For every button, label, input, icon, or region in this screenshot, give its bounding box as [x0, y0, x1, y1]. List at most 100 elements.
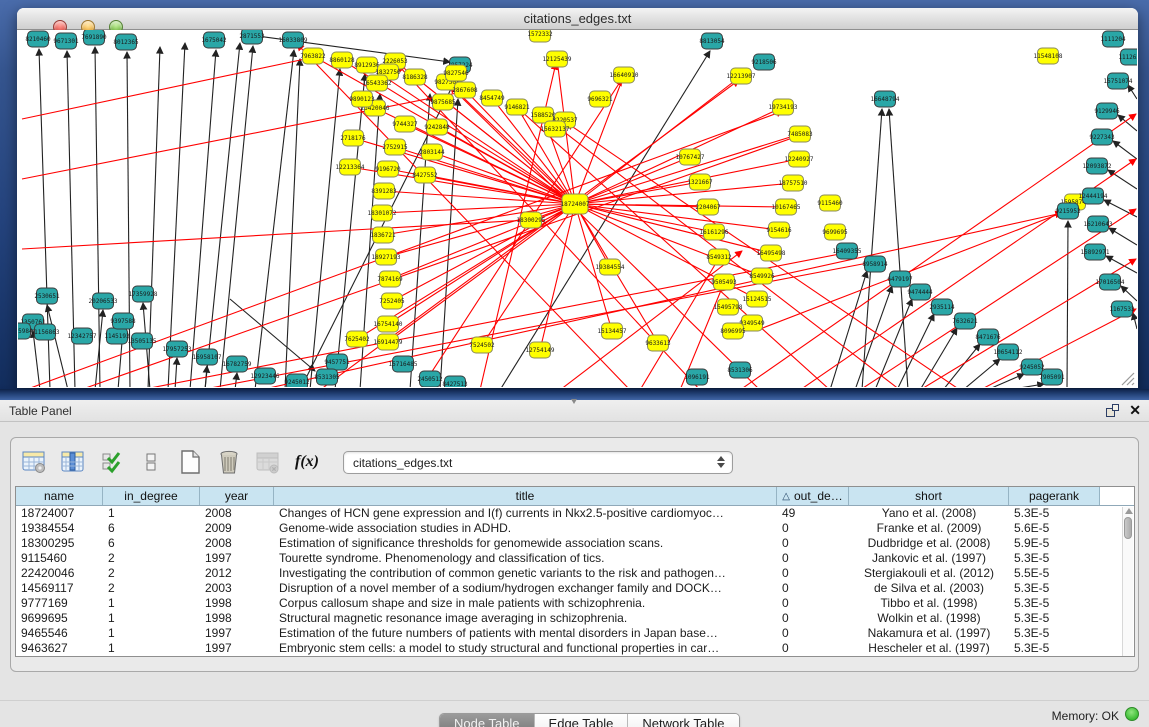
graph-node[interactable]: 15495798: [714, 299, 743, 315]
table-row[interactable]: 1456911722003Disruption of a novel membe…: [16, 581, 1134, 596]
graph-node[interactable]: 17016504: [1096, 274, 1125, 290]
cell-in_degree[interactable]: 6: [103, 536, 200, 551]
graph-node[interactable]: 8427513: [442, 376, 468, 387]
graph-node[interactable]: 16409355: [833, 243, 862, 259]
graph-node[interactable]: 8391283: [371, 183, 397, 199]
cell-year[interactable]: 2008: [200, 536, 274, 551]
scroll-up-icon[interactable]: [1125, 508, 1133, 514]
graph-node[interactable]: 9699695: [822, 224, 848, 240]
cell-year[interactable]: 1997: [200, 641, 274, 656]
graph-node[interactable]: 12213907: [727, 68, 756, 84]
resize-grip-icon[interactable]: [1122, 373, 1134, 385]
graph-node[interactable]: 18927193: [372, 249, 401, 265]
cell-title[interactable]: Tourette syndrome. Phenomenology and cla…: [274, 551, 777, 566]
graph-node[interactable]: 1145193: [104, 328, 130, 344]
graph-node[interactable]: 12093872: [1083, 158, 1112, 174]
graph-node[interactable]: 9215953: [1055, 203, 1081, 219]
cell-short[interactable]: Nakamura et al. (1997): [849, 626, 1009, 641]
graph-node[interactable]: 9827546: [443, 65, 469, 81]
cell-in_degree[interactable]: 1: [103, 596, 200, 611]
graph-node[interactable]: 9696321: [587, 91, 613, 107]
graph-node[interactable]: 9245012: [284, 374, 310, 387]
graph-node[interactable]: 1321667: [687, 174, 713, 190]
graph-node[interactable]: 7252405: [379, 293, 405, 309]
table-row[interactable]: 1938455462009Genome-wide association stu…: [16, 521, 1134, 536]
table-row[interactable]: 1830029562008Estimation of significance …: [16, 536, 1134, 551]
graph-node[interactable]: 11548108: [1034, 48, 1063, 64]
graph-node[interactable]: 16161296: [700, 224, 729, 240]
graph-node[interactable]: 15124515: [743, 291, 772, 307]
table-row[interactable]: 2242004622012Investigating the contribut…: [16, 566, 1134, 581]
cell-short[interactable]: Tibbo et al. (1998): [849, 596, 1009, 611]
graph-node[interactable]: 15892971: [1081, 244, 1110, 260]
graph-node[interactable]: 8427552: [412, 167, 438, 183]
graph-node[interactable]: 12213364: [336, 159, 365, 175]
cell-year[interactable]: 2012: [200, 566, 274, 581]
cell-pagerank[interactable]: 5.3E-5: [1009, 581, 1100, 596]
cell-title[interactable]: Disruption of a novel member of a sodium…: [274, 581, 777, 596]
table-selector-dropdown[interactable]: citations_edges.txt: [343, 451, 733, 474]
column-header-pagerank[interactable]: pagerank: [1009, 487, 1100, 505]
cell-name[interactable]: 19384554: [16, 521, 103, 536]
graph-node[interactable]: 9744327: [392, 116, 418, 132]
cell-in_degree[interactable]: 2: [103, 551, 200, 566]
cell-year[interactable]: 1997: [200, 626, 274, 641]
graph-node[interactable]: 9227343: [1089, 129, 1115, 145]
graph-node[interactable]: 6479197: [887, 271, 913, 287]
cell-title[interactable]: Estimation of the future numbers of pati…: [274, 626, 777, 641]
graph-node[interactable]: 1675042: [201, 32, 227, 48]
cell-pagerank[interactable]: 5.3E-5: [1009, 626, 1100, 641]
graph-node[interactable]: 16648794: [871, 91, 900, 107]
graph-node[interactable]: 2803144: [419, 144, 445, 160]
cell-year[interactable]: 2008: [200, 506, 274, 521]
graph-node[interactable]: 9457751: [324, 354, 350, 370]
row-height-button[interactable]: [136, 447, 166, 477]
graph-node[interactable]: 9218506: [751, 54, 777, 70]
row-select-check-button[interactable]: [97, 447, 127, 477]
graph-node[interactable]: 12444194: [1079, 188, 1108, 204]
cell-out_degree[interactable]: 0: [777, 641, 849, 656]
cell-title[interactable]: Changes of HCN gene expression and I(f) …: [274, 506, 777, 521]
graph-node[interactable]: 12125439: [543, 51, 572, 67]
table-row[interactable]: 1872400712008Changes of HCN gene express…: [16, 506, 1134, 521]
cell-year[interactable]: 2003: [200, 581, 274, 596]
graph-node[interactable]: 7874169: [377, 271, 403, 287]
graph-node[interactable]: 8549926: [749, 268, 775, 284]
vertical-scrollbar[interactable]: [1122, 507, 1133, 656]
cell-year[interactable]: 1997: [200, 551, 274, 566]
cell-out_degree[interactable]: 0: [777, 536, 849, 551]
column-header-year[interactable]: year: [200, 487, 274, 505]
graph-node[interactable]: 7963822: [300, 48, 326, 64]
graph-node[interactable]: 7485083: [787, 126, 813, 142]
graph-node[interactable]: 16754140: [374, 316, 403, 332]
graph-node[interactable]: 8210460: [25, 31, 51, 47]
cell-in_degree[interactable]: 1: [103, 641, 200, 656]
network-window-titlebar[interactable]: citations_edges.txt: [17, 8, 1138, 30]
cell-short[interactable]: Franke et al. (2009): [849, 521, 1009, 536]
cell-year[interactable]: 1998: [200, 611, 274, 626]
graph-node[interactable]: 1167533: [1109, 301, 1135, 317]
cell-pagerank[interactable]: 5.3E-5: [1009, 551, 1100, 566]
graph-node[interactable]: 1112631: [1118, 49, 1137, 65]
graph-node[interactable]: 2935114: [929, 299, 955, 315]
cell-name[interactable]: 14569117: [16, 581, 103, 596]
graph-node[interactable]: 18757510: [779, 175, 808, 191]
cell-short[interactable]: de Silva et al. (2003): [849, 581, 1009, 596]
cell-in_degree[interactable]: 2: [103, 566, 200, 581]
graph-node[interactable]: 2530651: [34, 288, 60, 304]
scrollbar-thumb[interactable]: [1124, 517, 1132, 539]
graph-node[interactable]: 16640910: [610, 67, 639, 83]
graph-node[interactable]: 12754149: [526, 342, 555, 358]
table-row[interactable]: 911546021997Tourette syndrome. Phenomeno…: [16, 551, 1134, 566]
graph-node[interactable]: 9875685: [430, 94, 456, 110]
graph-node[interactable]: 12342757: [68, 328, 97, 344]
cell-in_degree[interactable]: 6: [103, 521, 200, 536]
cell-title[interactable]: Embryonic stem cells: a model to study s…: [274, 641, 777, 656]
graph-node[interactable]: 16543362: [363, 75, 392, 91]
citation-network-canvas[interactable]: 8210460967130176918908012365167504228715…: [18, 30, 1137, 387]
graph-node[interactable]: 8549312: [706, 249, 732, 265]
graph-node[interactable]: 9129946: [1094, 103, 1120, 119]
function-builder-button[interactable]: f(x): [292, 447, 322, 477]
cell-out_degree[interactable]: 49: [777, 506, 849, 521]
graph-node[interactable]: 9196720: [375, 161, 401, 177]
